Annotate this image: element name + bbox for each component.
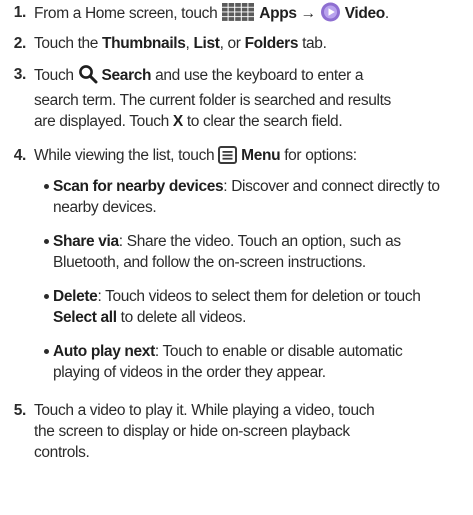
option-desc-1: : Touch videos to select them for deleti… bbox=[97, 288, 421, 305]
step-3-line-1: Touch Search and use the keyboard to ent… bbox=[34, 64, 470, 90]
option-line-1: Delete: Touch videos to select them for … bbox=[53, 286, 471, 307]
option-term: Delete bbox=[53, 288, 98, 305]
step-number: 5. bbox=[13, 402, 27, 419]
step-1-end: . bbox=[384, 5, 389, 22]
step-5-line-3: controls. bbox=[34, 444, 90, 461]
step-2-text-c: , or bbox=[219, 35, 245, 52]
apps-label: Apps bbox=[259, 5, 297, 22]
select-all-label: Select all bbox=[53, 309, 117, 326]
option-text: Auto play next: Touch to enable or disab… bbox=[53, 341, 471, 383]
step-3-line-3: are displayed. Touch X to clear the sear… bbox=[34, 111, 470, 132]
step-text: From a Home screen, touch Apps → Video. bbox=[34, 2, 470, 28]
step-text: Touch Search and use the keyboard to ent… bbox=[34, 64, 470, 132]
step-3-text-a: Touch bbox=[34, 67, 78, 84]
option-desc-1: : Share the video. Touch an option, such… bbox=[118, 233, 401, 250]
magnifier-icon bbox=[78, 64, 98, 90]
option-line-2: nearby devices. bbox=[53, 199, 157, 216]
step-5-line-1: Touch a video to play it. While playing … bbox=[34, 402, 375, 419]
bullet bbox=[44, 184, 49, 189]
menu-icon bbox=[218, 146, 238, 170]
option-desc-1: : Discover and connect directly to bbox=[223, 178, 440, 195]
arrow-icon: → bbox=[300, 5, 317, 22]
x-label: X bbox=[172, 113, 183, 130]
menu-label: Menu bbox=[241, 147, 281, 164]
step-1-text-a: From a Home screen, touch bbox=[34, 5, 222, 22]
option-term: Scan for nearby devices bbox=[53, 178, 224, 195]
bullet bbox=[44, 239, 49, 244]
step-2-text-a: Touch the bbox=[34, 35, 103, 52]
step-text: While viewing the list, touch Menu for o… bbox=[34, 145, 470, 170]
video-label: Video bbox=[344, 5, 386, 22]
step-3-line-2: search term. The current folder is searc… bbox=[34, 92, 391, 109]
option-text: Share via: Share the video. Touch an opt… bbox=[53, 231, 471, 273]
step-4-text-b: for options: bbox=[280, 147, 357, 164]
video-app-icon bbox=[320, 2, 341, 28]
option-line-2: playing of videos in the order they appe… bbox=[53, 364, 326, 381]
folders-label: Folders bbox=[244, 35, 299, 52]
step-number: 4. bbox=[13, 147, 27, 164]
option-text: Delete: Touch videos to select them for … bbox=[53, 286, 471, 328]
option-term: Share via bbox=[53, 233, 119, 250]
option-line-1: Auto play next: Touch to enable or disab… bbox=[53, 341, 471, 362]
step-text: Touch the Thumbnails, List, or Folders t… bbox=[34, 33, 470, 54]
step-number: 1. bbox=[13, 4, 27, 21]
step-4-text-a: While viewing the list, touch bbox=[34, 147, 219, 164]
option-text: Scan for nearby devices: Discover and co… bbox=[53, 176, 471, 218]
option-desc-1: : Touch to enable or disable automatic bbox=[154, 343, 403, 360]
option-line-1: Scan for nearby devices: Discover and co… bbox=[53, 176, 471, 197]
step-number: 2. bbox=[13, 35, 27, 52]
step-3-text-b: and use the keyboard to enter a bbox=[151, 67, 364, 84]
document-page: 1. From a Home screen, touch Apps → Vide… bbox=[0, 0, 473, 515]
bullet bbox=[44, 294, 49, 299]
apps-grid-icon bbox=[221, 2, 255, 28]
option-desc-2: to delete all videos. bbox=[116, 309, 247, 326]
option-line-1: Share via: Share the video. Touch an opt… bbox=[53, 231, 471, 252]
step-3-text-d: to clear the search field. bbox=[182, 113, 343, 130]
option-line-2: Select all to delete all videos. bbox=[53, 307, 471, 328]
option-term: Auto play next bbox=[53, 343, 155, 360]
step-text: Touch a video to play it. While playing … bbox=[34, 400, 470, 463]
step-number: 3. bbox=[13, 66, 27, 83]
list-label: List bbox=[193, 35, 220, 52]
step-5-line-2: the screen to display or hide on-screen … bbox=[34, 423, 350, 440]
search-label: Search bbox=[101, 67, 152, 84]
option-line-2: Bluetooth, and follow the on-screen inst… bbox=[53, 254, 366, 271]
step-2-text-d: tab. bbox=[298, 35, 327, 52]
bullet bbox=[44, 349, 49, 354]
step-3-text-c: are displayed. Touch bbox=[34, 113, 173, 130]
thumbnails-label: Thumbnails bbox=[102, 35, 186, 52]
